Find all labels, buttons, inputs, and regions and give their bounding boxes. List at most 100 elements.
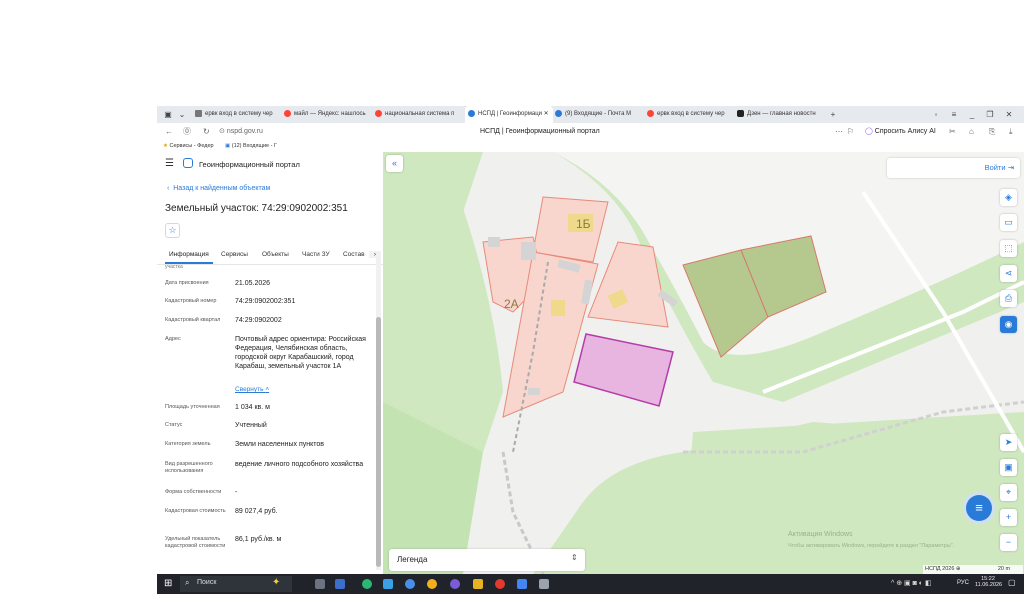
tab-objects[interactable]: Объекты	[262, 251, 289, 258]
row-label: Площадь уточненная	[165, 404, 220, 410]
tab-5[interactable]: (9) Входящие - Почта М	[555, 106, 641, 123]
collapse-panel-button[interactable]: «	[386, 155, 403, 172]
activation-watermark-text: Чтобы активировать Windows, перейдите в …	[788, 543, 955, 549]
tab-6[interactable]: ервк вход в систему чер	[647, 106, 733, 123]
menu-icon[interactable]: ≡	[945, 106, 963, 123]
app-icon[interactable]	[450, 579, 460, 589]
tab-parts[interactable]: Части ЗУ	[302, 251, 330, 258]
zoom-out-button[interactable]: −	[1000, 534, 1017, 551]
yandex-button-icon[interactable]: ⓪	[183, 123, 191, 141]
row-label: Категория земель	[165, 441, 211, 447]
back-to-results-link[interactable]: ‹ Назад к найденным объектам	[167, 185, 270, 192]
tab-information[interactable]: Информация	[169, 251, 209, 258]
map-canvas[interactable]	[383, 152, 1024, 574]
tab-3[interactable]: национальная система п	[375, 106, 461, 123]
close-icon[interactable]: ✕	[544, 111, 549, 117]
mail-icon	[555, 109, 562, 117]
hamburger-icon[interactable]: ☰	[165, 158, 174, 169]
back-icon[interactable]: ←	[165, 123, 173, 141]
minimize-icon[interactable]: _	[963, 106, 981, 123]
chevron-down-icon[interactable]: ⌄	[173, 106, 191, 123]
login-button[interactable]: Войти ⇥	[887, 158, 1020, 178]
search-location-icon: ⌖	[1005, 487, 1012, 497]
measure-button[interactable]: ◉	[1000, 316, 1017, 333]
clock[interactable]: 15:22 11.06.2026	[975, 576, 1003, 588]
notification-icon[interactable]: ▢	[1008, 578, 1016, 587]
browser-icon[interactable]	[405, 579, 415, 589]
tab-2[interactable]: майл — Яндекс: нашлось	[284, 106, 368, 123]
back-link-label: Назад к найденным объектам	[173, 185, 271, 192]
edge-icon[interactable]	[362, 579, 372, 589]
print-button[interactable]: ⎙	[1000, 290, 1017, 307]
bookmark-icon[interactable]: ⚐	[847, 123, 854, 141]
explorer-icon[interactable]	[473, 579, 483, 589]
info-tabs: Информация Сервисы Объекты Части ЗУ Сост…	[157, 248, 383, 265]
tab-label: национальная система п	[385, 111, 455, 117]
url-text: nspd.gov.ru	[226, 128, 263, 135]
basemap-button[interactable]: ▭	[1000, 214, 1017, 231]
minimap-icon: ▣	[1004, 462, 1013, 472]
task-view-icon[interactable]	[315, 579, 325, 589]
reload-icon[interactable]: ↻	[203, 123, 210, 141]
restore-icon[interactable]: ❐	[981, 106, 999, 123]
map-view[interactable]: 1Б 2А « Войти ⇥ ◈ ▭ ⬚ ⋖ ⎙ ◉ ➤ ▣ ⌖ + − ≡ …	[383, 152, 1024, 574]
mail-icon: ▣	[225, 143, 231, 149]
copyright-label: НСПД 2026 ⊕	[925, 566, 961, 572]
row-value: Земли населенных пунктов	[235, 441, 325, 448]
tab-services[interactable]: Сервисы	[221, 251, 248, 258]
layers-icon: ◈	[1005, 192, 1012, 202]
close-window-icon[interactable]: ✕	[1000, 106, 1018, 123]
share-button[interactable]: ⋖	[1000, 265, 1017, 282]
language-indicator[interactable]: РУС	[957, 580, 969, 586]
tab-composition[interactable]: Состав	[343, 251, 365, 258]
row-label: Дата присвоения	[165, 280, 209, 286]
yandex-browser-icon[interactable]	[495, 579, 505, 589]
address-field[interactable]: ⊙ nspd.gov.ru	[219, 123, 263, 141]
windows-taskbar: ⊞ ⌕ Поиск ✦ ^ ⊕ ▣ ◙ ◐ ◧ РУС 15:22 11.06.2…	[157, 574, 1024, 594]
search-location-button[interactable]: ⌖	[1000, 484, 1017, 501]
new-tab-icon[interactable]: +	[824, 106, 842, 123]
alice-button[interactable]: ◯ Спросить Алису AI	[865, 123, 936, 141]
share-icon[interactable]: ⎘	[989, 123, 995, 141]
bookmark-item[interactable]: ★ Сервисы - Федер	[163, 141, 214, 152]
select-area-button[interactable]: ⬚	[1000, 240, 1017, 257]
chrome-icon[interactable]	[427, 579, 437, 589]
login-label: Войти	[984, 163, 1006, 172]
app-icon[interactable]	[383, 579, 393, 589]
chat-assistant-button[interactable]: ≡	[966, 495, 992, 521]
yandex-icon	[647, 109, 654, 117]
layers-button[interactable]: ◈	[1000, 189, 1017, 206]
building	[521, 242, 536, 260]
minimap-button[interactable]: ▣	[1000, 459, 1017, 476]
share-icon: ⋖	[1004, 268, 1013, 278]
bookmark-item[interactable]: ▣ (12) Входящие - Г	[225, 141, 277, 152]
tab-4-active[interactable]: НСПД | Геоинформаци ✕	[465, 106, 553, 123]
tab-label: ервк вход в систему чер	[657, 111, 725, 117]
more-icon[interactable]: ⋯	[835, 123, 843, 141]
legend-panel[interactable]: Легенда ⇕	[389, 549, 585, 571]
locate-button[interactable]: ➤	[1000, 434, 1017, 451]
row-value: 89 027,4 руб.	[235, 508, 278, 515]
tab-7[interactable]: Дзен — главная новостн	[737, 106, 825, 123]
taskbar-search[interactable]: ⌕ Поиск ✦	[180, 576, 292, 592]
favorite-star-button[interactable]: ☆	[165, 223, 180, 238]
collections-icon[interactable]: ⌂	[969, 123, 974, 141]
extensions-icon[interactable]: ✂	[949, 123, 956, 141]
zoom-in-button[interactable]: +	[1000, 509, 1017, 526]
scrollbar-thumb[interactable]	[376, 317, 381, 567]
bookmark-label: (12) Входящие - Г	[231, 143, 277, 149]
app-icon[interactable]	[335, 579, 345, 589]
row-value: 86,1 руб./кв. м	[235, 536, 282, 543]
shield-icon[interactable]: ◦	[927, 106, 945, 123]
print-icon: ⎙	[1004, 293, 1013, 303]
date-label: 11.06.2026	[975, 582, 1003, 588]
windows-start-icon[interactable]: ⊞	[164, 578, 172, 589]
collapse-link[interactable]: Свернуть ˄	[235, 386, 269, 393]
tab-1[interactable]: ервк вход в систему чер	[195, 106, 277, 123]
copyright-text: НСПД 2026	[925, 566, 955, 572]
download-icon[interactable]: ⤓	[1009, 123, 1013, 141]
tray-icons[interactable]: ^ ⊕ ▣ ◙ ◐ ◧	[891, 579, 932, 587]
expand-icon[interactable]: ⇕	[571, 553, 578, 562]
app-icon[interactable]	[539, 579, 549, 589]
app-icon[interactable]	[517, 579, 527, 589]
